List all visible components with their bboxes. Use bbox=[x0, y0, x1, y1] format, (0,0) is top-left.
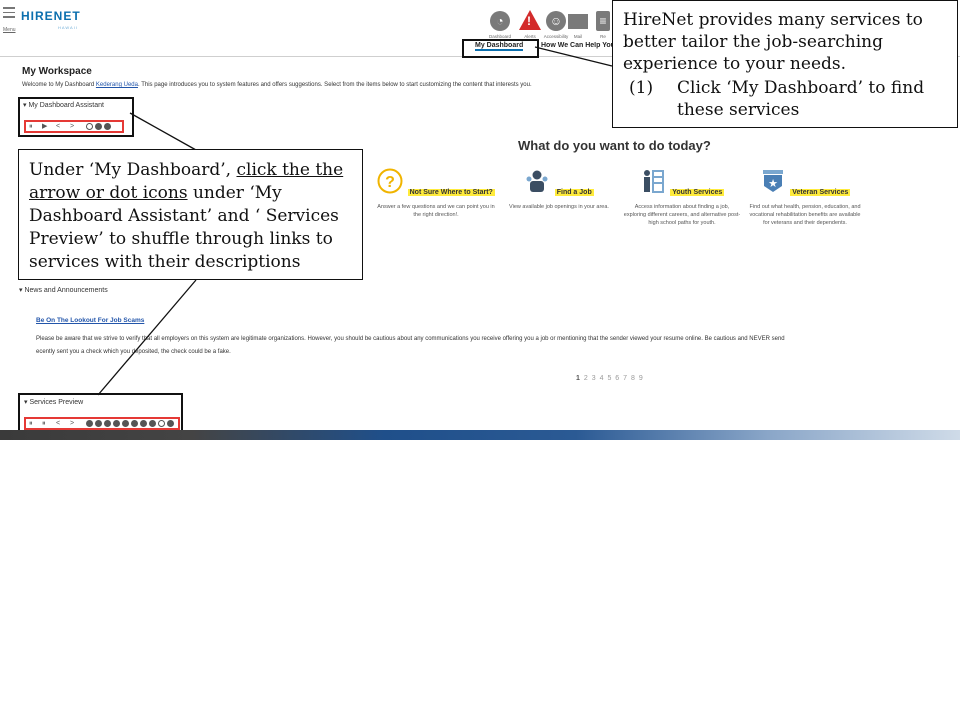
preview-dot-icon[interactable] bbox=[122, 419, 129, 427]
hirenet-logo-sub: HAWAII bbox=[58, 25, 78, 30]
callout-step-text: Click ‘My Dashboard’ to find these servi… bbox=[677, 78, 925, 120]
preview-dot-icon[interactable] bbox=[95, 419, 102, 427]
hamburger-menu-icon[interactable] bbox=[3, 7, 15, 21]
workspace-desc-before: Welcome to My Dashboard bbox=[22, 82, 96, 88]
job-seeker-icon bbox=[526, 170, 548, 192]
workspace-desc-after: . This page introduces you to system fea… bbox=[137, 82, 532, 88]
hirenet-logo[interactable]: HIRENET bbox=[21, 9, 81, 23]
menu-label[interactable]: Menu bbox=[3, 27, 16, 33]
news-body-line: recently sent you a check which you depo… bbox=[36, 349, 231, 355]
pager-dot[interactable]: 8 bbox=[631, 375, 636, 382]
service-card-veteran[interactable]: ★ Veteran Services Find out what health,… bbox=[746, 168, 864, 227]
banner-photo-strip bbox=[0, 430, 960, 440]
preview-dot-icon[interactable] bbox=[86, 419, 93, 427]
pager-dot[interactable]: 4 bbox=[600, 375, 605, 382]
callout-left-before: Under ‘My Dashboard’, bbox=[29, 160, 237, 180]
mail-icon[interactable] bbox=[568, 14, 588, 29]
service-name[interactable]: Veteran Services bbox=[790, 189, 851, 196]
preview-dot-icon[interactable] bbox=[158, 419, 165, 427]
instruction-callout-top: HireNet provides many services to better… bbox=[612, 0, 958, 128]
services-preview-controls: ⏸ ⏸ < > bbox=[24, 417, 180, 430]
assistant-heading[interactable]: ▾ My Dashboard Assistant bbox=[23, 101, 104, 109]
pager-dot[interactable]: 6 bbox=[615, 375, 620, 382]
veteran-icon: ★ bbox=[762, 170, 783, 192]
preview-pause-icon[interactable]: ⏸ bbox=[42, 419, 46, 428]
services-preview-heading[interactable]: ▾ Services Preview bbox=[24, 398, 83, 406]
news-pager: 1 2 3 4 5 6 7 8 9 bbox=[576, 375, 644, 382]
accessibility-icon[interactable]: ☺ bbox=[546, 11, 566, 31]
assistant-play-icon[interactable]: ▶ bbox=[42, 122, 47, 131]
service-card-youth[interactable]: Youth Services Access information about … bbox=[623, 168, 741, 227]
service-desc: View available job openings in your area… bbox=[509, 204, 609, 210]
news-heading[interactable]: ▾ News and Announcements bbox=[19, 286, 108, 294]
youth-icon bbox=[643, 170, 664, 193]
preview-dot-icon[interactable] bbox=[131, 419, 138, 427]
assistant-prev-arrow-icon[interactable]: < bbox=[56, 122, 60, 131]
services-preview-heading-text: Services Preview bbox=[29, 399, 84, 406]
callout-step-number: (1) bbox=[629, 78, 654, 98]
workspace-description: Welcome to My Dashboard Kederang Ueda. T… bbox=[22, 82, 532, 88]
preview-dot-icon[interactable] bbox=[167, 419, 174, 427]
tab-how-we-can-help[interactable]: How We Can Help You bbox=[541, 42, 613, 49]
svg-text:★: ★ bbox=[768, 177, 778, 190]
assistant-dot-icon[interactable] bbox=[95, 122, 102, 130]
service-card-not-sure[interactable]: ? Not Sure Where to Start? Answer a few … bbox=[377, 168, 495, 219]
preview-dot-icon[interactable] bbox=[149, 419, 156, 427]
service-card-find-job[interactable]: Find a Job View available job openings i… bbox=[500, 168, 618, 211]
callout-left-text: Under ‘My Dashboard’, click the the arro… bbox=[29, 159, 354, 274]
pager-dot[interactable]: 2 bbox=[584, 375, 589, 382]
service-name[interactable]: Youth Services bbox=[670, 189, 725, 196]
svg-text:?: ? bbox=[385, 174, 395, 191]
assistant-callout-connector bbox=[129, 112, 197, 151]
preview-dot-icon[interactable] bbox=[104, 419, 111, 427]
preview-next-arrow-icon[interactable]: > bbox=[70, 419, 74, 428]
instruction-callout-left: Under ‘My Dashboard’, click the the arro… bbox=[18, 149, 363, 280]
service-desc: Access information about finding a job, … bbox=[623, 204, 741, 226]
pager-dot[interactable]: 5 bbox=[607, 375, 612, 382]
preview-grid-icon[interactable]: ⏸ bbox=[29, 419, 33, 428]
what-to-do-heading: What do you want to do today? bbox=[518, 138, 711, 153]
service-desc: Find out what health, pension, education… bbox=[749, 204, 861, 226]
assistant-dot-icon[interactable] bbox=[104, 122, 111, 130]
resume-icon[interactable]: ≡ bbox=[596, 11, 610, 31]
news-article-link[interactable]: Be On The Lookout For Job Scams bbox=[36, 317, 144, 324]
pager-dot-1[interactable]: 1 bbox=[576, 375, 581, 382]
workspace-title: My Workspace bbox=[22, 66, 92, 77]
pager-dot[interactable]: 3 bbox=[592, 375, 597, 382]
callout-top-intro: HireNet provides many services to better… bbox=[623, 10, 923, 74]
assistant-heading-text: My Dashboard Assistant bbox=[28, 102, 104, 109]
pager-dot[interactable]: 7 bbox=[623, 375, 628, 382]
news-body-line: Please be aware that we strive to verify… bbox=[36, 336, 785, 342]
preview-dot-icon[interactable] bbox=[113, 419, 120, 427]
service-name[interactable]: Find a Job bbox=[554, 189, 594, 196]
dashboard-icon[interactable]: ◔ bbox=[490, 11, 510, 31]
service-desc: Answer a few questions and we can point … bbox=[377, 204, 495, 218]
assistant-pause-icon[interactable]: ⏸ bbox=[29, 122, 33, 131]
question-icon: ? bbox=[377, 168, 403, 194]
preview-prev-arrow-icon[interactable]: < bbox=[56, 419, 60, 428]
pager-dot[interactable]: 9 bbox=[639, 375, 644, 382]
user-name-link[interactable]: Kederang Ueda bbox=[96, 82, 138, 88]
assistant-next-arrow-icon[interactable]: > bbox=[70, 122, 74, 131]
my-dashboard-highlight-box bbox=[462, 39, 539, 58]
assistant-dot-icon[interactable] bbox=[86, 122, 93, 130]
preview-dot-icon[interactable] bbox=[140, 419, 147, 427]
callout-top-step: (1) Click ‘My Dashboard’ to find these s… bbox=[623, 77, 947, 121]
assistant-dots bbox=[86, 122, 113, 131]
alert-exclamation: ! bbox=[527, 14, 531, 28]
news-article-body: Please be aware that we strive to verify… bbox=[36, 333, 956, 359]
news-heading-text: News and Announcements bbox=[24, 287, 108, 294]
assistant-controls: ⏸ ▶ < > bbox=[24, 120, 124, 133]
service-name[interactable]: Not Sure Where to Start? bbox=[407, 189, 495, 196]
preview-dots bbox=[86, 419, 176, 428]
